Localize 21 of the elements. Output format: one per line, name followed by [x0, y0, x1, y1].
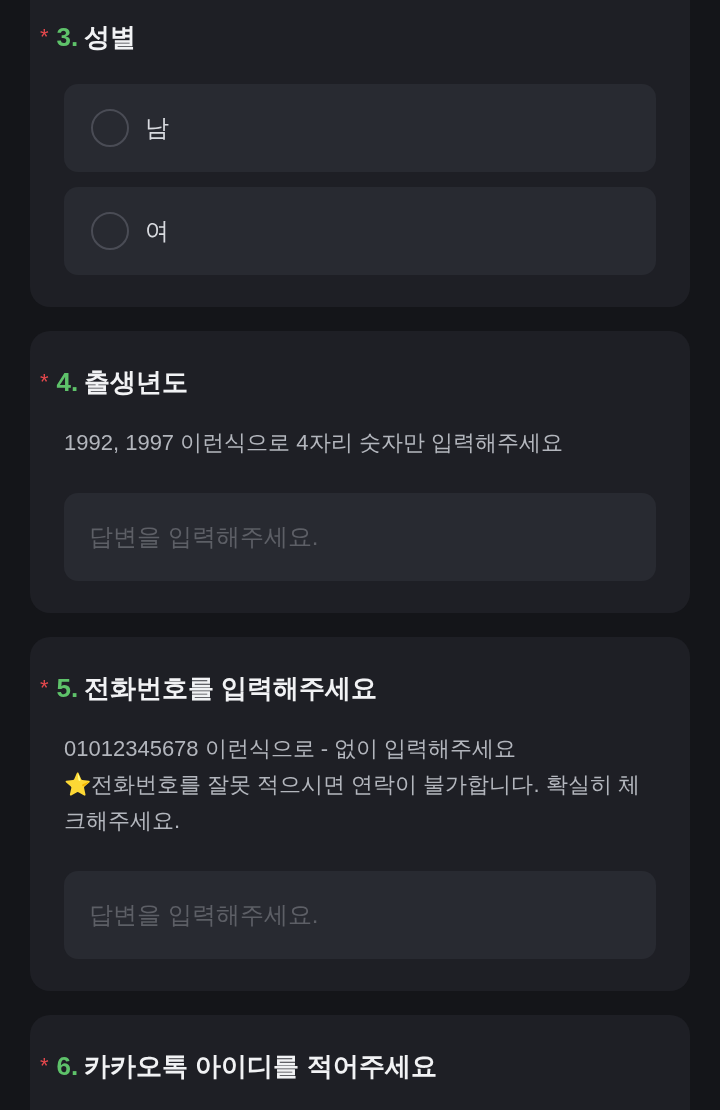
question-number: 5. — [56, 671, 79, 705]
question-title: 성별 — [84, 20, 137, 54]
radio-option[interactable]: 여 — [64, 187, 656, 275]
required-mark: * — [40, 26, 49, 48]
radio-button[interactable] — [91, 109, 129, 147]
question-description: 1992, 1997 이런식으로 4자리 숫자만 입력해주세요 — [64, 429, 564, 457]
question-title: 카카오톡 아이디를 적어주세요 — [84, 1049, 437, 1083]
required-mark: * — [40, 1055, 49, 1077]
option-label: 남 — [145, 113, 169, 143]
question-title: 출생년도 — [84, 365, 189, 399]
required-mark: * — [40, 677, 49, 699]
question-number: 4. — [56, 365, 79, 399]
question-description: 01012345678 이런식으로 - 없이 입력해주세요 — [64, 735, 518, 763]
question-title: 전화번호를 입력해주세요 — [84, 671, 378, 705]
question-number: 3. — [56, 20, 79, 54]
question-number: 6. — [56, 1049, 79, 1083]
radio-option[interactable]: 남 — [64, 84, 656, 172]
option-label: 여 — [145, 216, 169, 246]
radio-button[interactable] — [91, 212, 129, 250]
required-mark: * — [40, 371, 49, 393]
question-description: ⭐전화번호를 잘못 적으시면 연락이 불가합니다. 확실히 체크해주세요. — [64, 771, 641, 835]
